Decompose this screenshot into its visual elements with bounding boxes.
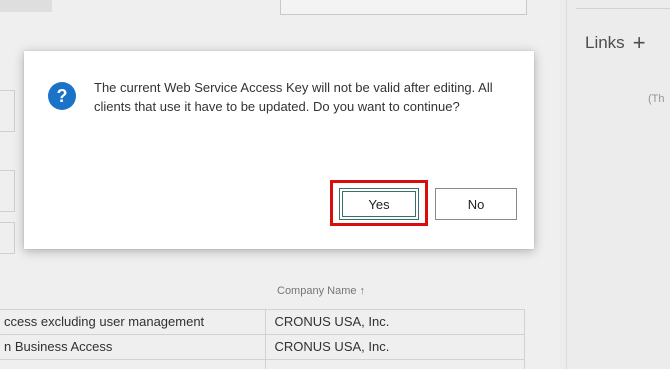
no-button[interactable]: No (435, 188, 517, 220)
dialog-message: The current Web Service Access Key will … (94, 80, 493, 114)
question-icon: ? (48, 82, 76, 110)
yes-button[interactable]: Yes (339, 188, 419, 220)
page: Links + (Th Company Name ↑ ccess excludi… (0, 0, 670, 369)
confirmation-dialog: ? The current Web Service Access Key wil… (24, 51, 534, 249)
